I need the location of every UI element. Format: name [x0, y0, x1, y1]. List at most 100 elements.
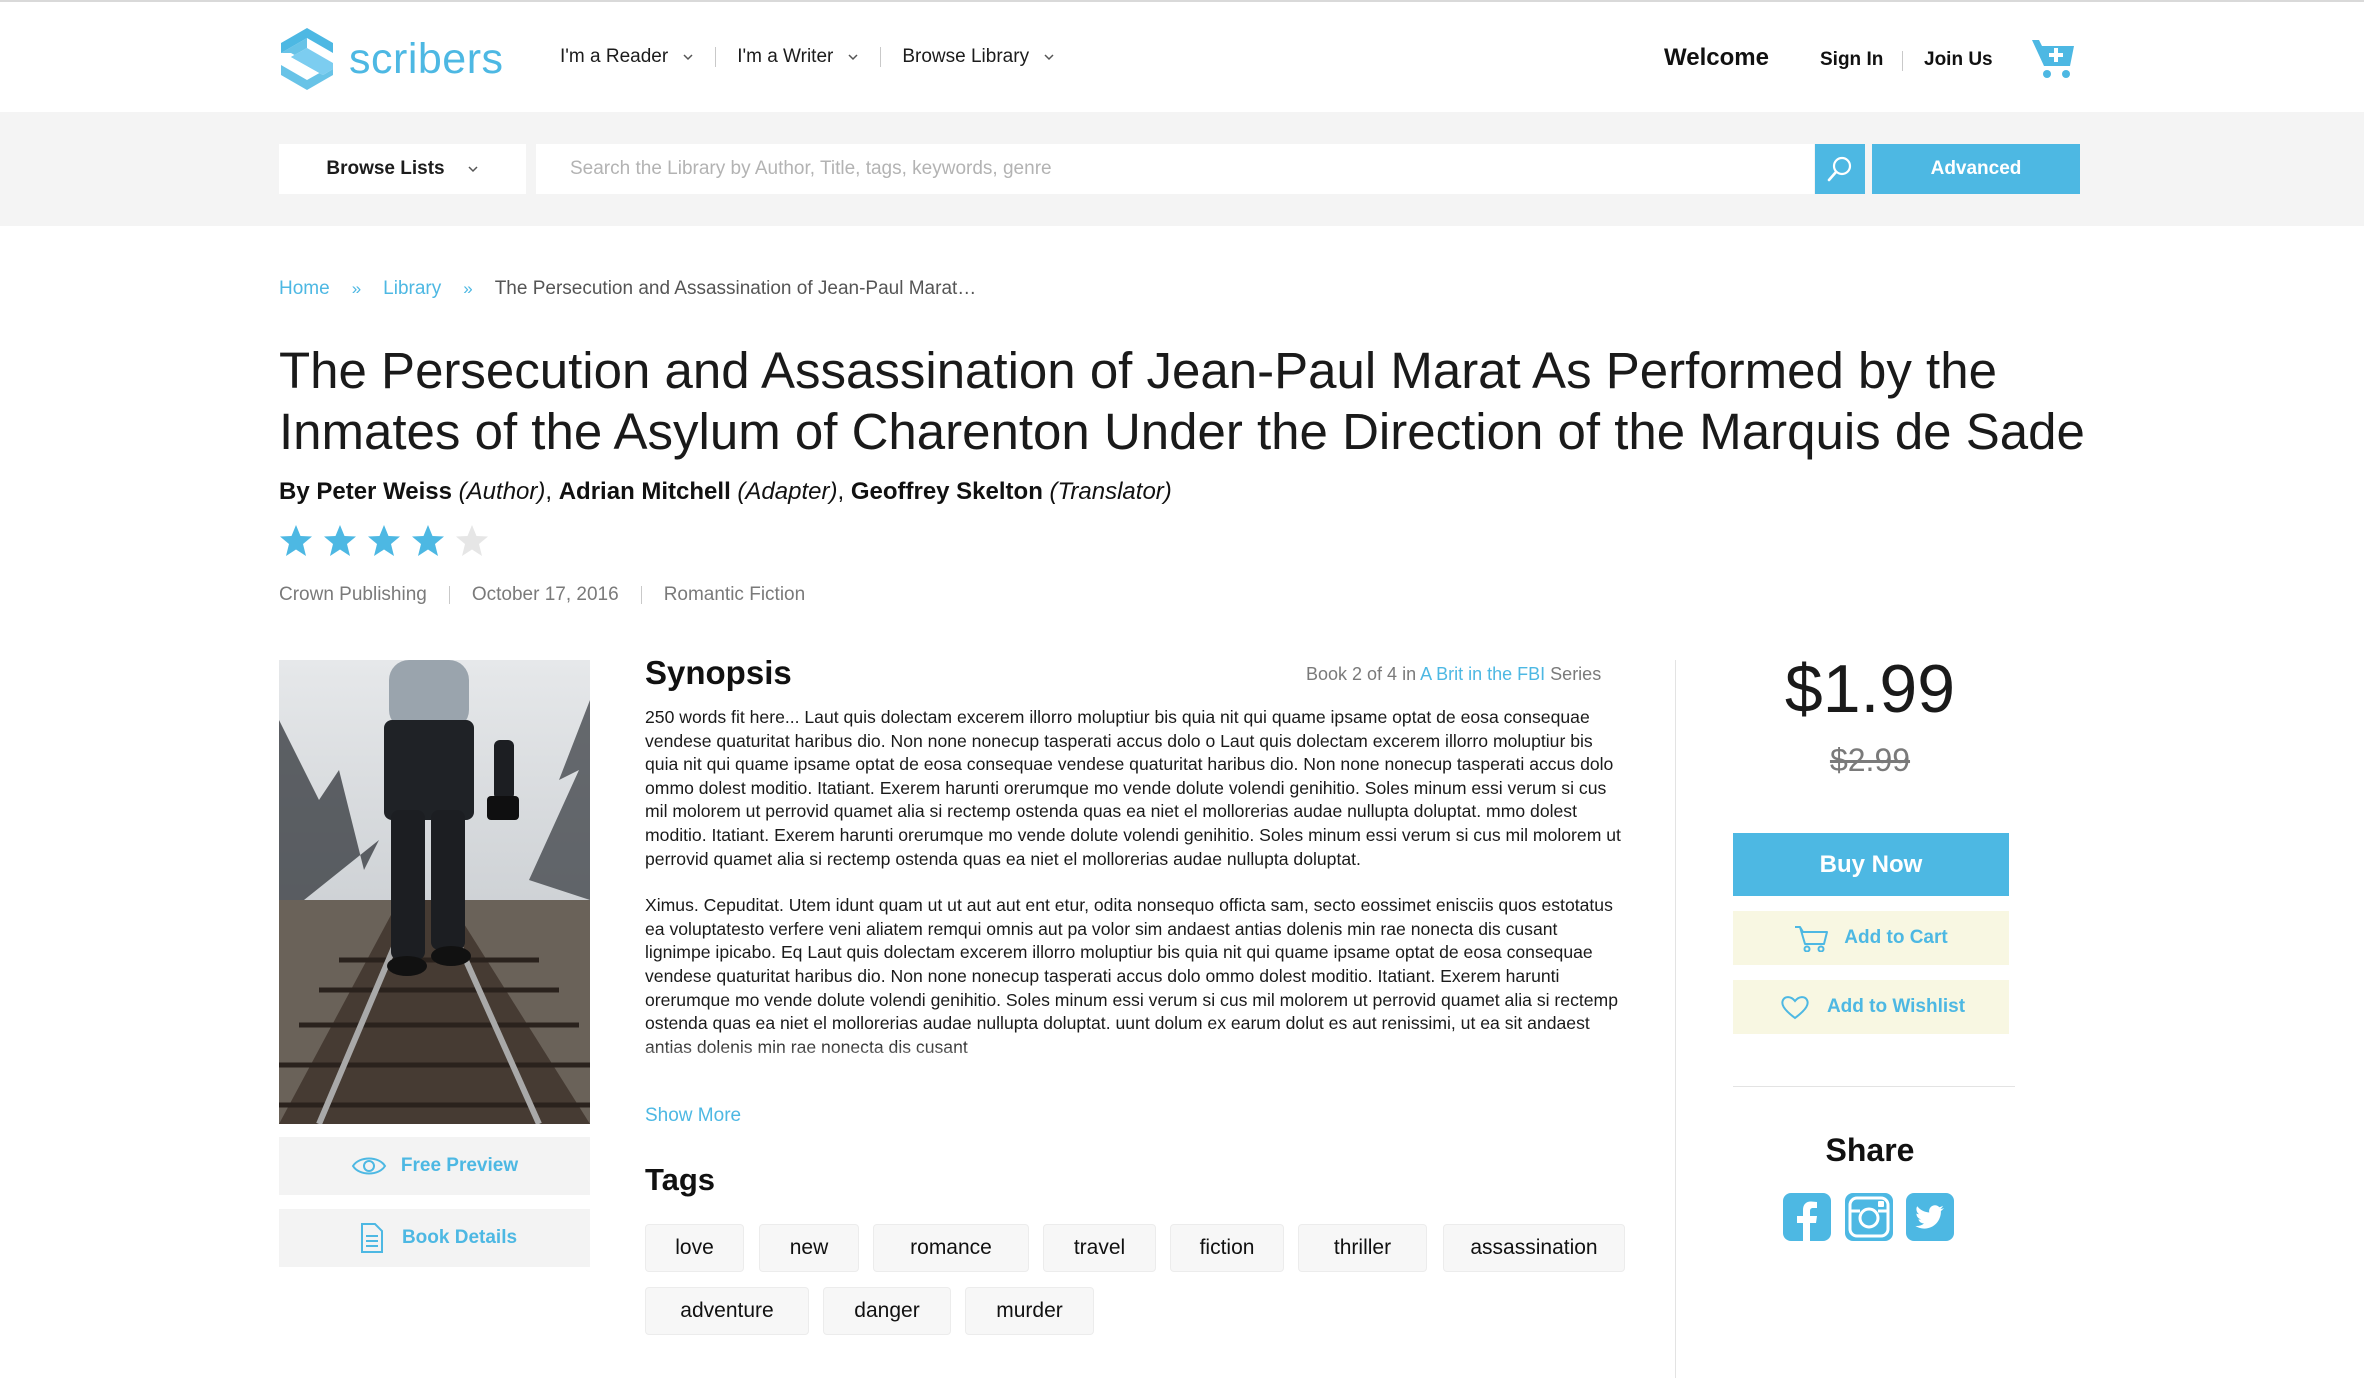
meta-separator — [448, 586, 450, 604]
publisher: Crown Publishing — [279, 584, 427, 605]
tags-heading: Tags — [645, 1162, 716, 1197]
auth-separator — [1902, 51, 1903, 71]
add-to-wishlist-button[interactable]: Add to Wishlist — [1733, 980, 2009, 1034]
book-meta: Crown Publishing October 17, 2016 Romant… — [279, 584, 805, 606]
breadcrumb: Home » Library » The Persecution and Ass… — [279, 278, 976, 300]
brand-logo[interactable]: scribers — [279, 26, 504, 92]
cart-button[interactable] — [2030, 36, 2076, 80]
twitter-icon — [1906, 1193, 1954, 1241]
contributor-role: (Author) — [458, 478, 546, 505]
star-icon[interactable] — [323, 524, 357, 558]
share-heading: Share — [1825, 1132, 1915, 1168]
series-prefix: Book 2 of 4 in — [1306, 664, 1417, 684]
scribers-logo-icon — [281, 28, 333, 90]
genre: Romantic Fiction — [663, 584, 806, 605]
synopsis-heading: Synopsis — [645, 654, 792, 691]
add-to-cart-button[interactable]: Add to Cart — [1733, 911, 2009, 965]
book-cover-image[interactable] — [279, 660, 590, 1124]
star-rating[interactable] — [279, 524, 499, 558]
share-instagram-button[interactable] — [1845, 1193, 1893, 1241]
nav-separator — [880, 47, 882, 67]
tag-chip[interactable]: love — [645, 1224, 744, 1272]
breadcrumb-separator: » — [351, 279, 362, 298]
tag-chip[interactable]: travel — [1043, 1224, 1156, 1272]
chevron-down-icon — [848, 54, 858, 61]
tag-chip[interactable]: fiction — [1170, 1224, 1284, 1272]
contributor-name[interactable]: Adrian Mitchell — [559, 478, 731, 505]
facebook-icon — [1783, 1193, 1831, 1241]
byline-prefix: By — [279, 478, 310, 505]
contributor-name[interactable]: Geoffrey Skelton — [851, 478, 1043, 505]
welcome-text: Welcome — [1664, 44, 1769, 71]
series-info: Book 2 of 4 in A Brit in the FBI Series — [1306, 664, 1601, 685]
browse-lists-dropdown[interactable]: Browse Lists — [279, 144, 526, 194]
contributor-name[interactable]: Peter Weiss — [316, 478, 452, 505]
share-divider — [1733, 1086, 2015, 1087]
synopsis-text: 250 words fit here... Laut quis dolectam… — [645, 706, 1625, 1078]
nav-browse-library-label: Browse Library — [902, 46, 1030, 67]
chevron-down-icon — [1044, 54, 1054, 61]
cart-plus-icon — [2032, 40, 2074, 78]
column-divider — [1675, 660, 1676, 1378]
tag-chip[interactable]: murder — [965, 1287, 1094, 1335]
free-preview-button[interactable]: Free Preview — [279, 1137, 590, 1195]
share-facebook-button[interactable] — [1783, 1193, 1831, 1241]
nav-writer-menu[interactable]: I'm a Writer — [737, 46, 859, 68]
star-icon[interactable] — [411, 524, 445, 558]
original-price: $2.99 — [1829, 742, 1911, 778]
star-icon[interactable] — [455, 524, 489, 558]
star-icon[interactable] — [279, 524, 313, 558]
book-details-label: Book Details — [401, 1227, 518, 1248]
contributor-role: (Translator) — [1049, 478, 1172, 505]
site-header: scribers I'm a Reader I'm a Writer Brows… — [0, 2, 2364, 112]
nav-writer-label: I'm a Writer — [737, 46, 834, 67]
buy-now-button[interactable]: Buy Now — [1733, 833, 2009, 896]
book-title: The Persecution and Assassination of Jea… — [279, 342, 2085, 460]
nav-browse-library-menu[interactable]: Browse Library — [902, 46, 1055, 68]
search-icon — [1827, 156, 1852, 182]
series-suffix: Series — [1550, 664, 1602, 684]
browse-lists-label: Browse Lists — [326, 158, 445, 179]
breadcrumb-separator: » — [463, 279, 473, 298]
synopsis-fade — [645, 1040, 1625, 1080]
tag-chip[interactable]: adventure — [645, 1287, 809, 1335]
chevron-down-icon — [683, 54, 693, 61]
breadcrumb-library[interactable]: Library — [383, 278, 441, 300]
star-icon[interactable] — [367, 524, 401, 558]
tag-chip[interactable]: assassination — [1443, 1224, 1625, 1272]
search-input[interactable] — [536, 144, 1814, 194]
share-twitter-button[interactable] — [1906, 1193, 1954, 1241]
show-more-link[interactable]: Show More — [645, 1105, 741, 1127]
current-price: $1.99 — [1784, 651, 1956, 727]
contributor-role: (Adapter) — [737, 478, 838, 505]
book-byline: By Peter Weiss (Author), Adrian Mitchell… — [279, 478, 1172, 505]
synopsis-paragraph: Ximus. Cepuditat. Utem idunt quam ut ut … — [645, 895, 1618, 1057]
search-button[interactable] — [1815, 144, 1865, 194]
nav-reader-label: I'm a Reader — [560, 46, 669, 67]
synopsis-paragraph: 250 words fit here... Laut quis dolectam… — [645, 707, 1621, 869]
tag-chip[interactable]: new — [759, 1224, 859, 1272]
breadcrumb-current: The Persecution and Assassination of Jea… — [494, 278, 977, 299]
tag-chip[interactable]: romance — [873, 1224, 1029, 1272]
advanced-search-button[interactable]: Advanced — [1872, 144, 2080, 194]
main-nav: I'm a Reader I'm a Writer Browse Library — [560, 2, 1055, 112]
meta-separator — [640, 586, 642, 604]
cart-icon — [1795, 926, 1829, 952]
book-details-button[interactable]: Book Details — [279, 1209, 590, 1267]
eye-icon — [351, 1157, 387, 1175]
free-preview-label: Free Preview — [400, 1155, 519, 1176]
join-us-link[interactable]: Join Us — [1924, 49, 1993, 71]
add-to-cart-label: Add to Cart — [1844, 927, 1948, 948]
search-bar-band: Browse Lists Advanced — [0, 112, 2364, 226]
tag-chip[interactable]: thriller — [1298, 1224, 1427, 1272]
chevron-down-icon — [468, 166, 478, 173]
nav-reader-menu[interactable]: I'm a Reader — [560, 46, 694, 68]
nav-separator — [715, 47, 717, 67]
document-icon — [360, 1223, 383, 1253]
series-link[interactable]: A Brit in the FBI — [1420, 664, 1545, 684]
tag-chip[interactable]: danger — [823, 1287, 951, 1335]
publish-date: October 17, 2016 — [471, 584, 619, 605]
sign-in-link[interactable]: Sign In — [1820, 49, 1883, 71]
instagram-icon — [1845, 1193, 1893, 1241]
breadcrumb-home[interactable]: Home — [279, 278, 330, 300]
